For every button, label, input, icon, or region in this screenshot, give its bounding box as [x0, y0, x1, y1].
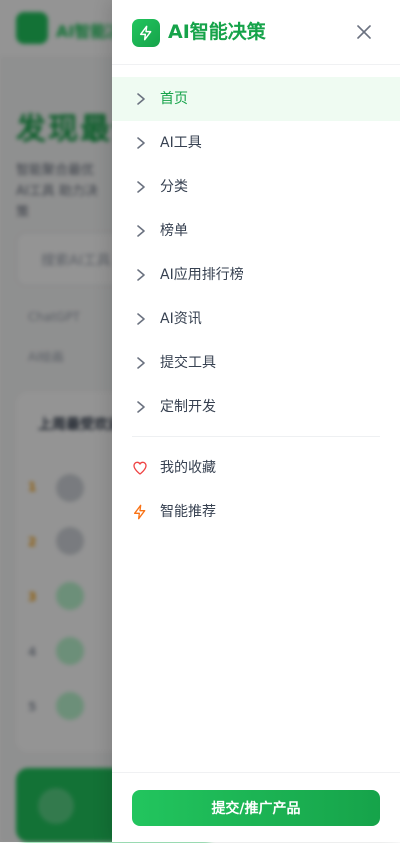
drawer-brand-title: AI智能决策: [168, 21, 266, 43]
nav-item-label: 首页: [160, 91, 188, 107]
chevron-right-icon: [137, 181, 145, 193]
chevron-right-icon: [137, 93, 145, 105]
nav-item-submit-tool[interactable]: 提交工具: [112, 341, 400, 385]
chevron-right-icon: [137, 137, 145, 149]
nav-item-label: 提交工具: [160, 355, 216, 371]
chevron-right-icon: [137, 269, 145, 281]
drawer-nav: 首页 AI工具 分类 榜单 AI应用排行榜 AI资讯 提交工具 定制开发: [112, 77, 400, 429]
nav-item-recommend[interactable]: 智能推荐: [112, 490, 400, 534]
chevron-right-icon: [137, 357, 145, 369]
extra-item-label: 智能推荐: [160, 504, 216, 520]
chevron-right-icon: [137, 225, 145, 237]
nav-item-home[interactable]: 首页: [112, 77, 400, 121]
drawer-extra-links: 我的收藏 智能推荐: [112, 446, 400, 534]
nav-item-news[interactable]: AI资讯: [112, 297, 400, 341]
nav-item-label: 榜单: [160, 223, 188, 239]
drawer-footer: 提交/推广产品: [112, 772, 400, 843]
submit-promote-button[interactable]: 提交/推广产品: [132, 790, 380, 826]
lightning-icon: [132, 19, 160, 47]
nav-item-ai-tools[interactable]: AI工具: [112, 121, 400, 165]
nav-item-label: AI资讯: [160, 311, 202, 327]
nav-item-label: 分类: [160, 179, 188, 195]
extra-item-label: 我的收藏: [160, 460, 216, 476]
chevron-right-icon: [137, 401, 145, 413]
navigation-drawer: AI智能决策 首页 AI工具 分类 榜单 AI应用排行榜 AI资讯 提交工具 定…: [112, 0, 400, 842]
nav-item-categories[interactable]: 分类: [112, 165, 400, 209]
nav-item-custom-dev[interactable]: 定制开发: [112, 385, 400, 429]
heart-icon: [133, 461, 147, 475]
nav-item-label: AI工具: [160, 135, 202, 151]
nav-item-label: 定制开发: [160, 399, 216, 415]
chevron-right-icon: [137, 313, 145, 325]
nav-item-app-rankings[interactable]: AI应用排行榜: [112, 253, 400, 297]
nav-item-label: AI应用排行榜: [160, 267, 244, 283]
nav-item-rankings[interactable]: 榜单: [112, 209, 400, 253]
nav-divider: [132, 436, 380, 437]
close-icon[interactable]: [352, 20, 376, 44]
drawer-header: AI智能决策: [112, 0, 400, 65]
nav-item-favorites[interactable]: 我的收藏: [112, 446, 400, 490]
lightning-icon: [134, 504, 146, 520]
